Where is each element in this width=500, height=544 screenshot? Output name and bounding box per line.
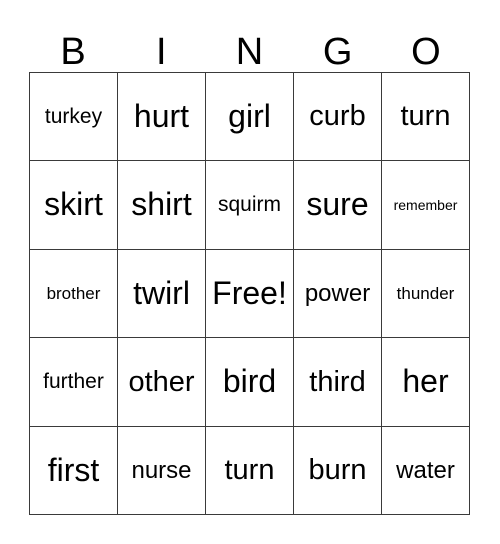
bingo-cell[interactable]: remember	[382, 161, 470, 250]
bingo-cell-label: turn	[400, 100, 451, 133]
bingo-cell-label: squirm	[217, 193, 281, 217]
bingo-cell[interactable]: shirt	[118, 161, 206, 250]
bingo-cell-label: curb	[309, 100, 366, 133]
bingo-cell-label: skirt	[44, 186, 103, 223]
bingo-cell-label: further	[43, 369, 104, 393]
bingo-cell[interactable]: burn	[294, 426, 382, 515]
bingo-cell-label: twirl	[133, 274, 190, 311]
bingo-cell-label: water	[396, 456, 455, 484]
bingo-cell[interactable]: brother	[30, 249, 118, 339]
bingo-cell[interactable]: her	[382, 338, 470, 427]
bingo-cell-label: shirt	[131, 186, 192, 223]
bingo-cell-label: girl	[228, 97, 271, 134]
bingo-cell[interactable]: skirt	[30, 161, 118, 250]
bingo-cell[interactable]: water	[382, 426, 470, 515]
bingo-header-letter-n: N	[235, 31, 264, 73]
bingo-cell-label: first	[47, 451, 100, 488]
bingo-cell-label: turn	[224, 454, 275, 487]
bingo-cell[interactable]: bird	[206, 338, 294, 427]
bingo-grid: turkey hurt girl curb turn skirt shirt squirm su…	[29, 72, 470, 515]
bingo-cell[interactable]: squirm	[206, 161, 294, 250]
bingo-cell-label: thunder	[396, 283, 455, 303]
bingo-cell-label: other	[128, 365, 195, 398]
bingo-cell[interactable]: thunder	[382, 249, 470, 339]
bingo-free-cell[interactable]: Free!	[206, 249, 294, 339]
bingo-cell[interactable]: turn	[382, 73, 470, 162]
bingo-cell[interactable]: nurse	[118, 426, 206, 515]
bingo-cell-label: brother	[46, 283, 101, 303]
bingo-card: B I N G O turkey hurt girl curb turn skirt shi…	[0, 0, 500, 544]
bingo-cell-label: bird	[222, 363, 277, 400]
bingo-cell-label: burn	[308, 454, 367, 487]
bingo-cell-label: Free!	[212, 274, 287, 311]
bingo-cell[interactable]: third	[294, 338, 382, 427]
bingo-header-row: B I N G O	[29, 18, 470, 72]
bingo-cell-label: nurse	[131, 456, 192, 484]
bingo-cell-label: remember	[393, 196, 458, 213]
bingo-cell[interactable]: hurt	[118, 73, 206, 162]
bingo-header-letter-i: I	[156, 31, 167, 73]
bingo-cell[interactable]: girl	[206, 73, 294, 162]
bingo-cell-label: third	[309, 365, 366, 398]
bingo-cell[interactable]: other	[118, 338, 206, 427]
bingo-cell[interactable]: turkey	[30, 73, 118, 162]
bingo-header-letter-o: O	[411, 31, 441, 73]
bingo-cell[interactable]: power	[294, 249, 382, 339]
bingo-header-letter-g: G	[322, 31, 353, 73]
bingo-cell[interactable]: curb	[294, 73, 382, 162]
bingo-cell-label: sure	[306, 186, 369, 223]
bingo-cell-label: turkey	[44, 104, 103, 128]
bingo-cell-label: power	[304, 279, 371, 307]
bingo-cell-label: her	[402, 363, 449, 400]
bingo-cell[interactable]: further	[30, 338, 118, 427]
bingo-cell[interactable]: first	[30, 426, 118, 515]
bingo-cell[interactable]: twirl	[118, 249, 206, 339]
bingo-cell[interactable]: sure	[294, 161, 382, 250]
bingo-cell[interactable]: turn	[206, 426, 294, 515]
bingo-cell-label: hurt	[133, 97, 190, 134]
bingo-header-letter-b: B	[60, 31, 86, 73]
